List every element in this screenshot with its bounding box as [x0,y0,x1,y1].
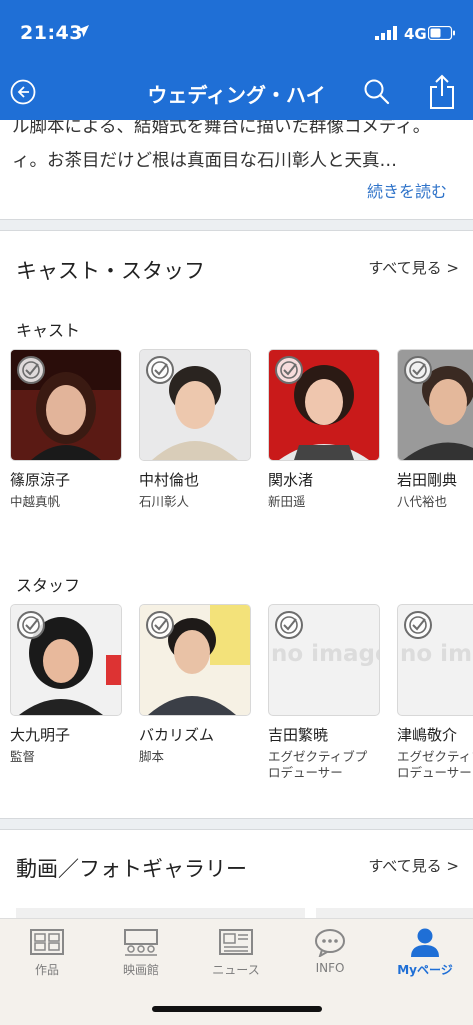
status-bar: 21:43 4G [0,0,473,66]
no-image-text: no image [400,641,473,667]
battery-icon [428,26,455,40]
see-all-gallery-link[interactable]: すべて見る > [368,855,459,876]
nav-bar: ウェディング・ハイ [0,66,473,120]
staff-role: エグゼクティブプロデューサー [268,749,368,780]
tab-works[interactable]: 作品 [2,927,92,978]
check-circle-icon[interactable] [274,355,304,385]
check-circle-icon[interactable] [145,610,175,640]
staff-name: 津嶋敬介 [397,726,458,744]
synopsis-text: ル脚本による、結婚式を舞台に描いた群像コメディ。 ィ。お茶目だけど根は真面目な石… [12,120,462,178]
cast-staff-title: キャスト・スタッフ [16,259,205,283]
cast-row[interactable]: 篠原涼子 中越真帆 中村倫也 石川彰人 関水渚 新田遥 岩田剛典 八代裕也 [0,349,473,519]
cast-label: キャスト [16,321,81,340]
cast-photo [10,349,122,461]
cast-role: 石川彰人 [139,494,190,509]
staff-role: 脚本 [139,749,165,764]
person-icon [411,928,439,957]
cast-photo [397,349,473,461]
staff-role: エグゼクティブプロデューサー [397,749,473,780]
tab-label: Myページ [397,963,453,977]
cast-role: 新田遥 [268,494,306,509]
info-icon [315,929,345,957]
network-type: 4G [404,25,427,43]
cast-name: 篠原涼子 [10,471,71,489]
gallery-title: 動画／フォトギャラリー [16,857,247,881]
signal-icon [375,26,397,40]
cast-name: 岩田剛典 [397,471,458,489]
theater-icon [124,929,158,956]
cast-photo [268,349,380,461]
check-circle-icon[interactable] [16,355,46,385]
staff-photo [10,604,122,716]
no-image-placeholder: no image [397,604,473,716]
check-circle-icon[interactable] [145,355,175,385]
page-title: ウェディング・ハイ [147,83,326,107]
no-image-text: no image [271,641,380,667]
tab-label: 映画館 [122,963,159,977]
cast-name: 中村倫也 [139,471,200,489]
search-icon[interactable] [363,78,391,106]
staff-name: バカリズム [139,726,215,744]
film-icon [30,929,64,955]
status-time: 21:43 [20,22,83,44]
synopsis: ル脚本による、結婚式を舞台に描いた群像コメディ。 ィ。お茶目だけど根は真面目な石… [0,120,473,220]
staff-card[interactable]: 大九明子 監督 [10,604,122,765]
check-circle-icon[interactable] [274,610,304,640]
staff-label: スタッフ [16,576,81,595]
news-icon [219,929,253,955]
tab-theaters[interactable]: 映画館 [96,927,186,978]
staff-role: 監督 [10,749,36,764]
no-image-placeholder: no image [268,604,380,716]
staff-card[interactable]: no image 吉田繁暁 エグゼクティブプロデューサー [268,604,380,781]
back-icon[interactable] [10,79,36,105]
staff-photo [139,604,251,716]
cast-card[interactable]: 関水渚 新田遥 [268,349,380,510]
cast-photo [139,349,251,461]
staff-name: 大九明子 [10,726,71,744]
staff-card[interactable]: no image 津嶋敬介 エグゼクティブプロデューサー [397,604,473,781]
staff-card[interactable]: バカリズム 脚本 [139,604,251,765]
location-arrow-icon [77,25,89,37]
cast-role: 中越真帆 [10,494,61,509]
staff-row[interactable]: 大九明子 監督 バカリズム 脚本 no image 吉田繁暁 エグゼクティブプロ… [0,604,473,794]
synopsis-line: ル脚本による、結婚式を舞台に描いた群像コメディ。 [12,120,431,137]
cast-card[interactable]: 中村倫也 石川彰人 [139,349,251,510]
read-more-link[interactable]: 続きを読む [367,178,447,202]
share-icon[interactable] [428,74,456,110]
cast-card[interactable]: 岩田剛典 八代裕也 [397,349,473,510]
staff-name: 吉田繁暁 [268,726,329,744]
tab-news[interactable]: ニュース [191,927,281,978]
section-divider [0,219,473,231]
check-circle-icon[interactable] [403,610,433,640]
tab-label: INFO [315,961,345,975]
tab-label: 作品 [34,963,59,977]
cast-name: 関水渚 [268,471,314,489]
section-divider [0,818,473,830]
synopsis-line: ィ。お茶目だけど根は真面目な石川彰人と天真… [12,151,397,171]
see-all-cast-link[interactable]: すべて見る > [368,257,459,278]
check-circle-icon[interactable] [16,610,46,640]
tab-info[interactable]: INFO [285,927,375,975]
check-circle-icon[interactable] [403,355,433,385]
home-indicator[interactable] [152,1006,322,1012]
tab-mypage[interactable]: Myページ [380,927,470,978]
cast-role: 八代裕也 [397,494,448,509]
tab-label: ニュース [212,963,260,977]
cast-card[interactable]: 篠原涼子 中越真帆 [10,349,122,510]
